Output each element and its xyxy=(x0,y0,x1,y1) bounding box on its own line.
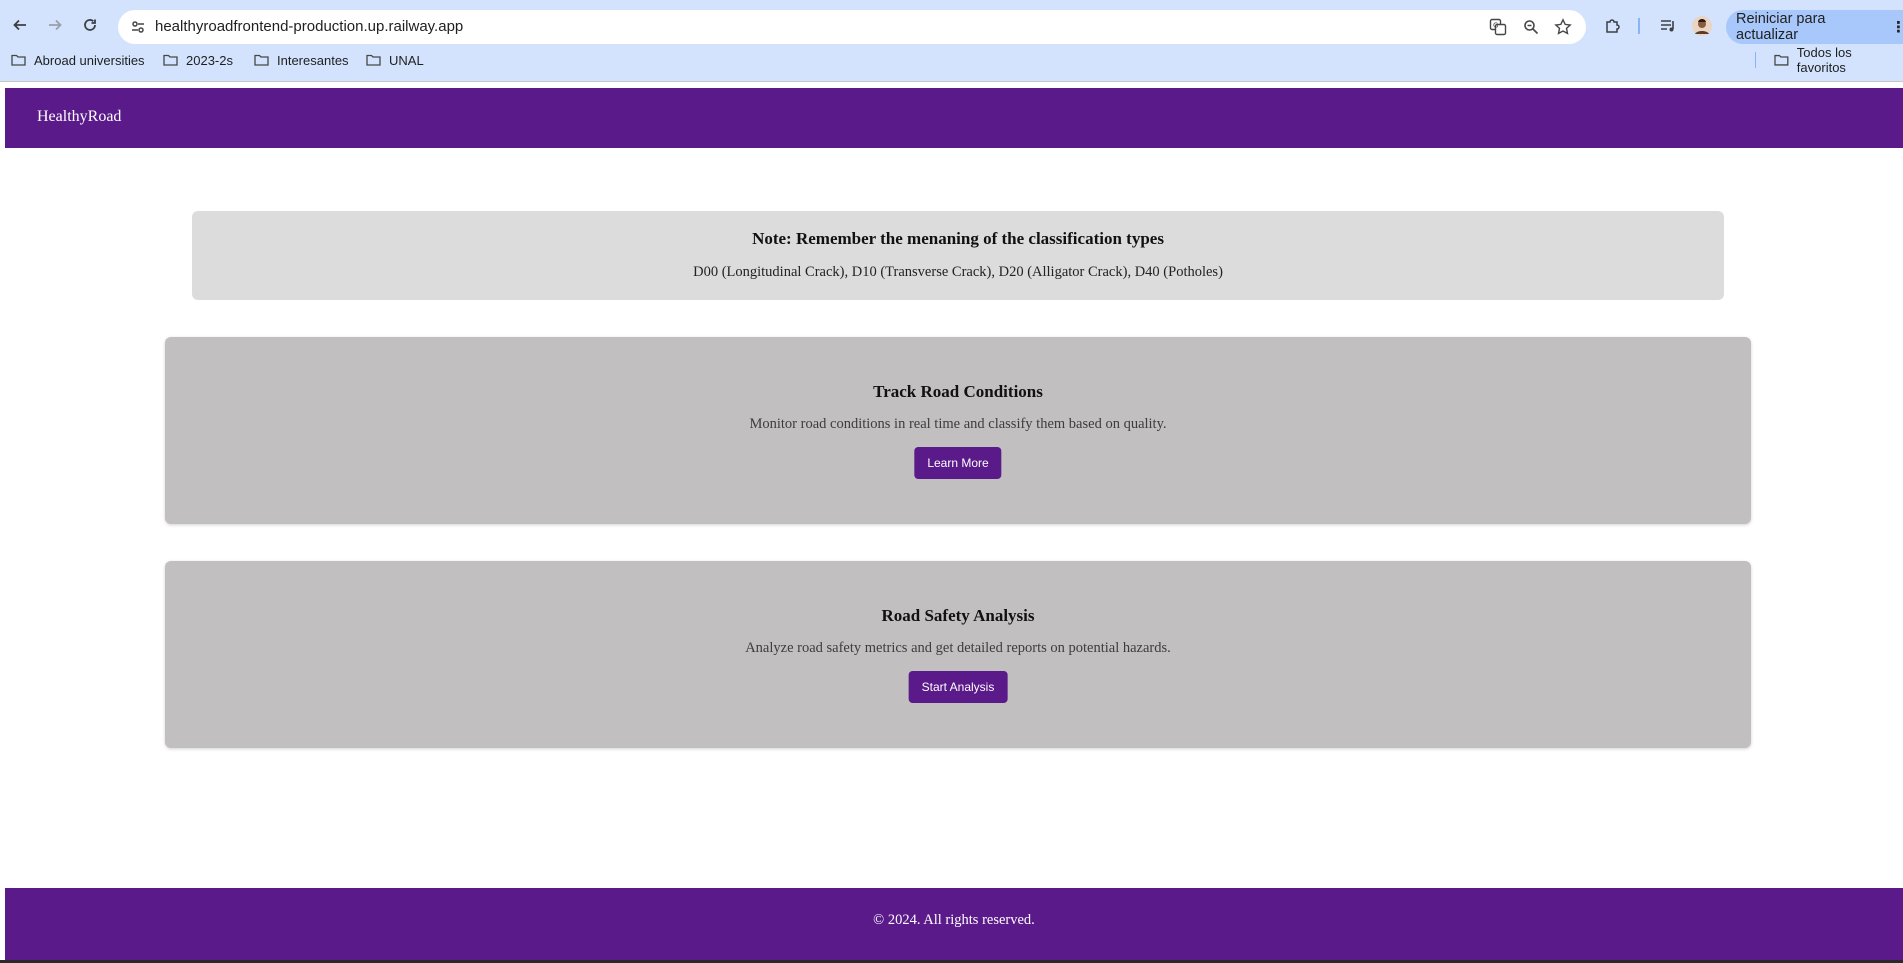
track-road-card: Track Road Conditions Monitor road condi… xyxy=(165,337,1751,524)
folder-icon xyxy=(254,54,269,66)
footer-copyright: © 2024. All rights reserved. xyxy=(873,912,1035,928)
bookmark-folder[interactable]: UNAL xyxy=(366,50,424,70)
page-viewport: HealthyRoad Note: Remember the menaning … xyxy=(5,82,1903,960)
all-bookmarks-folder[interactable]: Todos los favoritos xyxy=(1774,45,1903,75)
site-info-icon[interactable] xyxy=(128,17,148,37)
road-safety-card: Road Safety Analysis Analyze road safety… xyxy=(165,561,1751,748)
note-title: Note: Remember the menaning of the class… xyxy=(752,229,1164,248)
learn-more-button[interactable]: Learn More xyxy=(914,447,1002,479)
back-icon[interactable] xyxy=(8,13,32,37)
site-footer: © 2024. All rights reserved. xyxy=(5,888,1903,960)
extensions-icon[interactable] xyxy=(1601,14,1625,38)
bookmarks-bar: Abroad universities 2023-2s Interesantes… xyxy=(0,45,1903,75)
note-text: D00 (Longitudinal Crack), D10 (Transvers… xyxy=(693,264,1223,280)
profile-avatar[interactable] xyxy=(1690,14,1714,38)
card-title: Road Safety Analysis xyxy=(881,606,1035,625)
menu-icon[interactable]: ⋮ xyxy=(1891,18,1903,36)
bookmark-label: Abroad universities xyxy=(34,52,145,68)
card-description: Analyze road safety metrics and get deta… xyxy=(745,640,1171,656)
browser-toolbar: healthyroadfrontend-production.up.railwa… xyxy=(0,4,1903,44)
folder-icon xyxy=(1774,54,1789,66)
folder-icon xyxy=(163,54,178,66)
restart-update-label: Reiniciar para actualizar xyxy=(1736,11,1826,43)
classification-note: Note: Remember the menaning of the class… xyxy=(192,211,1724,300)
folder-icon xyxy=(366,54,381,66)
bookmarks-divider xyxy=(1755,52,1756,68)
card-description: Monitor road conditions in real time and… xyxy=(749,416,1167,432)
zoom-icon[interactable] xyxy=(1521,17,1541,37)
all-bookmarks-label: Todos los favoritos xyxy=(1796,45,1852,75)
star-icon[interactable] xyxy=(1553,17,1573,37)
bookmark-label: Interesantes xyxy=(277,52,349,68)
brand-logo-text[interactable]: HealthyRoad xyxy=(37,108,121,126)
reload-icon[interactable] xyxy=(78,13,102,37)
bookmark-folder[interactable]: 2023-2s xyxy=(163,50,233,70)
forward-icon[interactable] xyxy=(43,13,67,37)
bookmark-label: UNAL xyxy=(389,52,424,68)
start-analysis-button[interactable]: Start Analysis xyxy=(908,671,1008,703)
bookmark-folder[interactable]: Abroad universities xyxy=(11,50,145,70)
address-bar[interactable]: healthyroadfrontend-production.up.railwa… xyxy=(118,10,1586,44)
media-icon[interactable] xyxy=(1656,14,1680,38)
translate-icon[interactable]: G xyxy=(1488,17,1508,37)
folder-icon xyxy=(11,54,26,66)
url-text[interactable]: healthyroadfrontend-production.up.railwa… xyxy=(155,18,463,35)
bookmark-label: 2023-2s xyxy=(186,52,233,68)
card-title: Track Road Conditions xyxy=(873,382,1043,401)
svg-text:G: G xyxy=(1493,22,1498,30)
site-header: HealthyRoad xyxy=(5,88,1903,148)
browser-chrome: healthyroadfrontend-production.up.railwa… xyxy=(0,0,1903,82)
restart-update-button[interactable]: Reiniciar para actualizar ⋮ xyxy=(1726,10,1903,44)
bookmark-folder[interactable]: Interesantes xyxy=(254,50,349,70)
toolbar-divider xyxy=(1638,18,1640,34)
